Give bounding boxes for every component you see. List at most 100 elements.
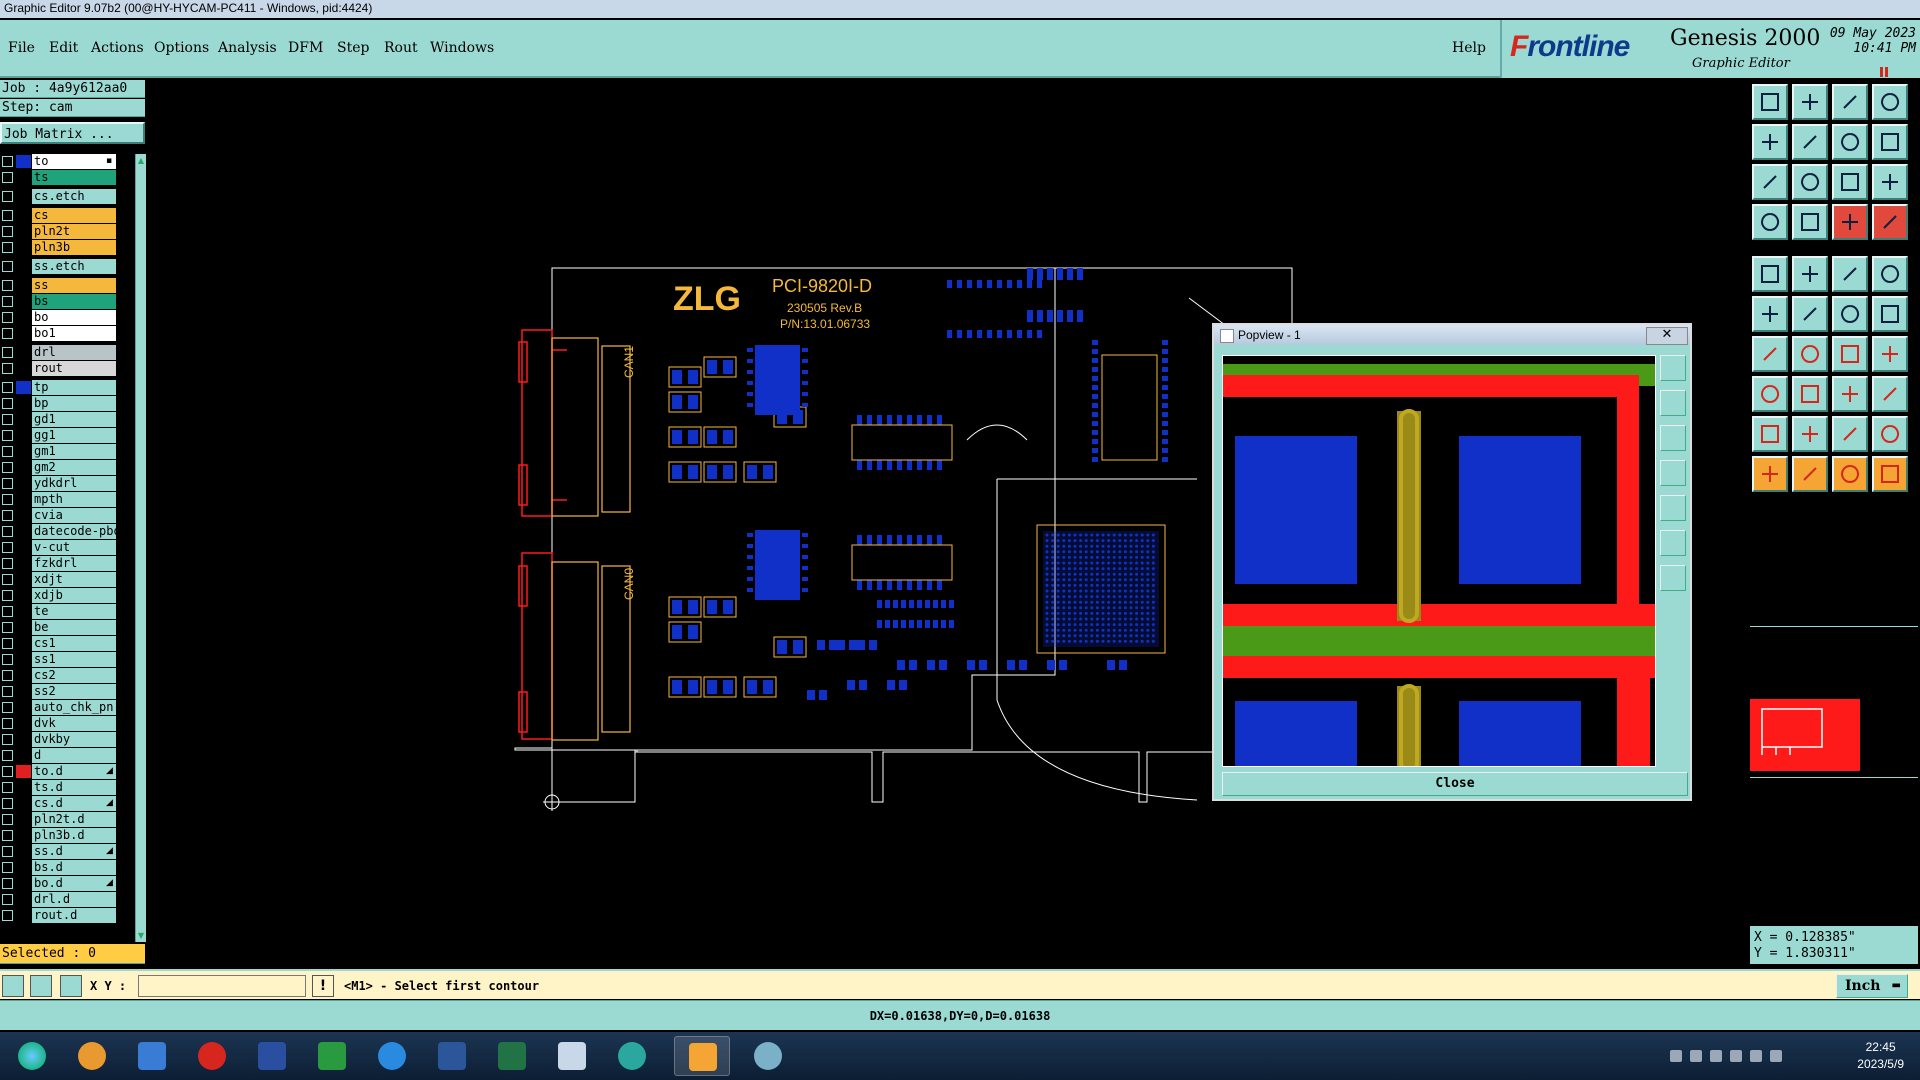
layer-name[interactable]: d <box>32 748 116 763</box>
layer-row[interactable]: xdjt <box>0 572 135 587</box>
layer-name[interactable]: drl <box>32 345 116 360</box>
layer-name[interactable]: cvia <box>32 508 116 523</box>
system-clock[interactable]: 22:45 2023/5/9 <box>1857 1039 1904 1073</box>
layer-checkbox[interactable] <box>2 462 13 473</box>
layer-checkbox[interactable] <box>2 718 13 729</box>
layer-checkbox[interactable] <box>2 398 13 409</box>
layer-color-swatch[interactable] <box>16 829 31 842</box>
layer-name[interactable]: v-cut <box>32 540 116 555</box>
layer-checkbox[interactable] <box>2 191 13 202</box>
layer-checkbox[interactable] <box>2 328 13 339</box>
layer-color-swatch[interactable] <box>16 589 31 602</box>
layer-name[interactable]: pln2t.d <box>32 812 116 827</box>
tray-arrow-icon[interactable] <box>1730 1050 1742 1062</box>
layer-color-swatch[interactable] <box>16 909 31 922</box>
layer-color-swatch[interactable] <box>16 893 31 906</box>
layer-name[interactable]: gm2 <box>32 460 116 475</box>
layer-checkbox[interactable] <box>2 382 13 393</box>
layer-color-swatch[interactable] <box>16 279 31 292</box>
layer-name[interactable]: cs <box>32 208 116 223</box>
layer-name[interactable]: tp <box>32 380 116 395</box>
tools-icon[interactable] <box>1752 204 1788 240</box>
layer-name[interactable]: ydkdrl <box>32 476 116 491</box>
layer-color-swatch[interactable] <box>16 509 31 522</box>
layer-row[interactable]: bs <box>0 294 135 309</box>
layer-name[interactable]: dvk <box>32 716 116 731</box>
layer-checkbox[interactable] <box>2 894 13 905</box>
taskbar-app-notes[interactable] <box>544 1036 600 1076</box>
layer-row[interactable]: ts.d <box>0 780 135 795</box>
layer-color-swatch[interactable] <box>16 241 31 254</box>
layer-row[interactable]: d <box>0 748 135 763</box>
layer-name[interactable]: dvkby <box>32 732 116 747</box>
layer-row[interactable]: bo.d ◢ <box>0 876 135 891</box>
layer-name[interactable]: cs2 <box>32 668 116 683</box>
layer-name[interactable]: rout <box>32 361 116 376</box>
layer-color-swatch[interactable] <box>16 861 31 874</box>
layer-row[interactable]: dvkby <box>0 732 135 747</box>
angle-icon[interactable] <box>1752 336 1788 372</box>
layer-color-swatch[interactable] <box>16 362 31 375</box>
pan-right-icon[interactable] <box>1660 495 1686 521</box>
layer-name[interactable]: datecode-pbo <box>32 524 116 539</box>
copy-icon[interactable] <box>1872 376 1908 412</box>
redo-icon[interactable] <box>1872 124 1908 160</box>
layer-checkbox[interactable] <box>2 622 13 633</box>
layer-row[interactable]: ydkdrl <box>0 476 135 491</box>
layer-checkbox[interactable] <box>2 846 13 857</box>
layer-checkbox[interactable] <box>2 878 13 889</box>
layer-row[interactable]: gm2 <box>0 460 135 475</box>
taskbar-app-save[interactable] <box>244 1036 300 1076</box>
layer-name[interactable]: fzkdrl <box>32 556 116 571</box>
snap-alt-icon[interactable] <box>1872 204 1908 240</box>
layer-name[interactable]: gg1 <box>32 428 116 443</box>
start-button[interactable] <box>4 1036 60 1076</box>
layer-row[interactable]: pln3b.d <box>0 828 135 843</box>
layer-color-swatch[interactable] <box>16 209 31 222</box>
edit-pointer-icon[interactable] <box>1832 456 1868 492</box>
layer-color-swatch[interactable] <box>16 311 31 324</box>
layer-row[interactable]: cs.etch <box>0 189 135 204</box>
taskbar-app-graphic-editor[interactable] <box>674 1036 730 1076</box>
layer-row[interactable]: mpth <box>0 492 135 507</box>
undo-icon[interactable] <box>1832 124 1868 160</box>
layer-name[interactable]: ss2 <box>32 684 116 699</box>
layer-color-swatch[interactable] <box>16 765 31 778</box>
layer-color-swatch[interactable] <box>16 381 31 394</box>
layer-checkbox[interactable] <box>2 478 13 489</box>
scale-icon[interactable] <box>1832 164 1868 200</box>
pointer-icon[interactable] <box>1752 456 1788 492</box>
menu-actions[interactable]: Actions <box>91 40 144 56</box>
layer-color-swatch[interactable] <box>16 225 31 238</box>
layer-row[interactable]: bs.d <box>0 860 135 875</box>
layer-checkbox[interactable] <box>2 574 13 585</box>
layer-checkbox[interactable] <box>2 226 13 237</box>
taskbar-app-p[interactable] <box>304 1036 360 1076</box>
flip-icon[interactable] <box>1872 336 1908 372</box>
layer-checkbox[interactable] <box>2 347 13 358</box>
measure-icon[interactable] <box>30 975 52 997</box>
layer-row[interactable]: gd1 <box>0 412 135 427</box>
layer-color-swatch[interactable] <box>16 653 31 666</box>
units-selector[interactable]: Inch ▬ <box>1836 974 1908 998</box>
layer-row[interactable]: xdjb <box>0 588 135 603</box>
snap-icon[interactable] <box>2 975 24 997</box>
taskbar-app-viewer[interactable] <box>604 1036 660 1076</box>
tray-settings-icon[interactable] <box>1710 1050 1722 1062</box>
layer-color-swatch[interactable] <box>16 669 31 682</box>
layer-color-swatch[interactable] <box>16 525 31 538</box>
arc-icon[interactable] <box>1832 336 1868 372</box>
layer-checkbox[interactable] <box>2 210 13 221</box>
layer-name[interactable]: xdjt <box>32 572 116 587</box>
menu-rout[interactable]: Rout <box>384 40 418 56</box>
layer-row[interactable]: bo1 <box>0 326 135 341</box>
layer-color-swatch[interactable] <box>16 327 31 340</box>
layer-row[interactable]: ts <box>0 170 135 185</box>
layer-row[interactable]: rout <box>0 361 135 376</box>
menu-step[interactable]: Step <box>337 40 369 56</box>
layer-row[interactable]: ss <box>0 278 135 293</box>
line-icon[interactable] <box>1832 256 1868 292</box>
menu-file[interactable]: File <box>8 40 35 56</box>
layer-color-swatch[interactable] <box>16 445 31 458</box>
popview-window[interactable]: Popview - 1 ✕ Close <box>1212 323 1692 801</box>
